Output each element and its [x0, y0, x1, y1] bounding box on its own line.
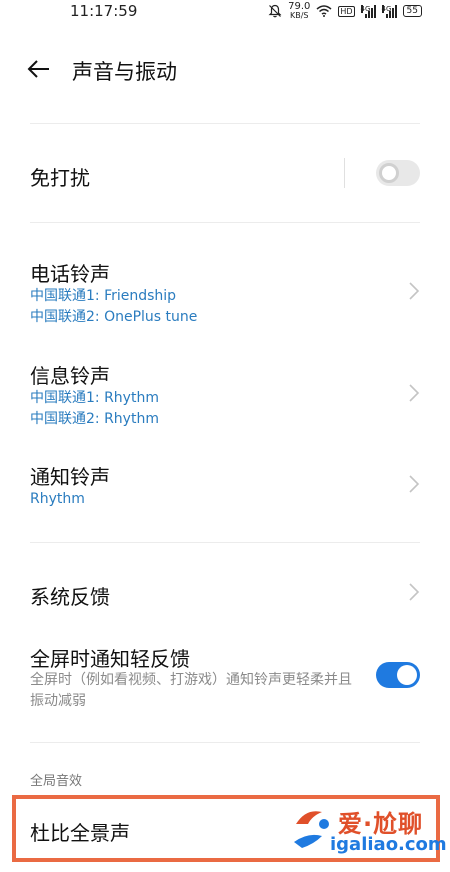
- status-time: 11:17:59: [70, 2, 138, 20]
- page-title: 声音与振动: [72, 60, 177, 84]
- divider: [30, 123, 420, 124]
- watermark-en: igaliao.com: [330, 834, 447, 855]
- phone-ringtone-label: 电话铃声: [30, 262, 110, 286]
- toggle-knob: [397, 665, 417, 685]
- fullscreen-feedback-label: 全屏时通知轻反馈: [30, 647, 190, 671]
- battery-icon: 55: [402, 5, 422, 17]
- net-speed: 79.0 KB/S: [288, 1, 311, 20]
- chevron-right-icon: [409, 384, 420, 402]
- back-arrow-icon[interactable]: [24, 54, 54, 84]
- signal-sim1-icon: 4G: [360, 4, 376, 18]
- dnd-toggle[interactable]: [376, 160, 420, 186]
- phone-ringtone-sim2: 中国联通2: OnePlus tune: [30, 309, 198, 325]
- message-ringtone-label: 信息铃声: [30, 364, 110, 388]
- chevron-right-icon: [409, 475, 420, 493]
- notification-ringtone-value: Rhythm: [30, 491, 85, 507]
- fullscreen-feedback-toggle[interactable]: [376, 662, 420, 688]
- chevron-right-icon: [409, 583, 420, 601]
- app-header: 声音与振动: [0, 44, 450, 96]
- bell-off-icon: [268, 4, 282, 18]
- message-ringtone-sim2: 中国联通2: Rhythm: [30, 411, 159, 427]
- wifi-icon: [316, 5, 332, 17]
- status-bar: 11:17:59 79.0 KB/S HD 4G 4G 55: [0, 0, 450, 24]
- signal-sim2-icon: 4G: [381, 4, 397, 18]
- global-audio-section-label: 全局音效: [30, 774, 83, 789]
- fullscreen-feedback-description: 全屏时（例如看视频、打游戏）通知铃声更轻柔并且振动减弱: [30, 672, 352, 709]
- watermark-logo-icon: [294, 811, 329, 848]
- watermark: 爱·尬聊 igaliao.com: [288, 800, 447, 862]
- divider: [30, 222, 420, 223]
- system-feedback-label: 系统反馈: [30, 585, 110, 609]
- phone-ringtone-sim1: 中国联通1: Friendship: [30, 288, 177, 304]
- status-icons: 79.0 KB/S HD 4G 4G 55: [268, 2, 422, 20]
- divider: [30, 542, 420, 543]
- hd-icon: HD: [338, 5, 355, 17]
- notification-ringtone-label: 通知铃声: [30, 465, 110, 489]
- divider: [30, 742, 420, 743]
- dnd-label: 免打扰: [30, 166, 90, 190]
- chevron-right-icon: [409, 282, 420, 300]
- vertical-separator: [344, 158, 345, 188]
- message-ringtone-sim1: 中国联通1: Rhythm: [30, 390, 159, 406]
- toggle-knob: [379, 163, 399, 183]
